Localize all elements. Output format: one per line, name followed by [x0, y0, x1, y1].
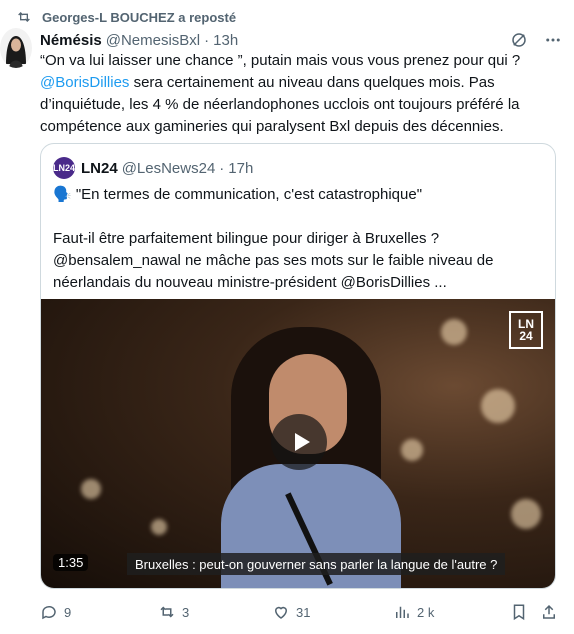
background-light: [401, 439, 423, 461]
like-count: 31: [296, 604, 311, 620]
channel-logo: LN 24: [509, 311, 543, 349]
author-name[interactable]: Némésis: [40, 32, 102, 49]
repost-button[interactable]: 3: [158, 603, 189, 621]
background-light: [511, 499, 541, 529]
mention-link[interactable]: @BorisDillies: [40, 74, 129, 91]
background-light: [151, 519, 167, 535]
bookmark-button[interactable]: [510, 603, 528, 621]
tweet-text-part1: “On va lui laisser une chance ”, putain …: [40, 52, 521, 69]
repost-indicator: Georges-L BOUCHEZ a reposté: [16, 8, 236, 26]
tweet-header: Némésis @NemesisBxl · 13h: [40, 30, 562, 50]
quoted-timestamp[interactable]: 17h: [228, 160, 253, 177]
more-icon[interactable]: [544, 31, 562, 49]
quoted-separator-dot: ·: [219, 159, 225, 177]
reply-count: 9: [64, 604, 72, 620]
background-light: [81, 479, 101, 499]
background-light: [441, 319, 467, 345]
quoted-line2: Faut-il être parfaitement bilingue pour …: [53, 230, 440, 247]
separator-dot: ·: [204, 31, 210, 49]
bookmark-icon: [513, 604, 525, 621]
quoted-text: 🗣️ "En termes de communication, c'est ca…: [53, 184, 543, 294]
timestamp[interactable]: 13h: [213, 32, 238, 49]
quoted-line1: 🗣️ "En termes de communication, c'est ca…: [53, 186, 423, 203]
play-button[interactable]: [271, 414, 327, 470]
repost-icon: [160, 606, 174, 618]
author-handle[interactable]: @NemesisBxl: [106, 32, 200, 49]
avatar-image: [0, 28, 32, 68]
quoted-author-handle[interactable]: @LesNews24: [122, 160, 216, 177]
avatar[interactable]: [0, 28, 32, 68]
share-icon: [543, 604, 555, 619]
repost-count: 3: [182, 604, 190, 620]
action-bar: 9 3 31 2 k: [40, 600, 560, 624]
repost-icon: [18, 12, 30, 22]
grok-icon[interactable]: [510, 31, 528, 49]
heart-icon: [274, 606, 288, 619]
background-light: [481, 389, 515, 423]
reply-icon: [42, 605, 56, 620]
video-ticker: Bruxelles : peut-on gouverner sans parle…: [127, 553, 506, 575]
quoted-header: LN24 LN24 @LesNews24 · 17h: [53, 156, 253, 180]
video-duration: 1:35: [53, 554, 89, 571]
tweet-text: “On va lui laisser une chance ”, putain …: [40, 50, 562, 138]
play-icon: [295, 433, 310, 451]
views-icon: [396, 606, 409, 618]
repost-text[interactable]: Georges-L BOUCHEZ a reposté: [42, 10, 236, 25]
quoted-avatar[interactable]: LN24: [53, 157, 75, 179]
views-button[interactable]: 2 k: [393, 603, 434, 621]
quoted-line3: @bensalem_nawal ne mâche pas ses mots su…: [53, 252, 494, 291]
like-button[interactable]: 31: [272, 603, 310, 621]
views-count: 2 k: [417, 604, 435, 620]
quoted-author-name[interactable]: LN24: [81, 160, 118, 177]
reply-button[interactable]: 9: [40, 603, 71, 621]
quoted-tweet[interactable]: LN24 LN24 @LesNews24 · 17h 🗣️ "En termes…: [40, 143, 556, 589]
video-player[interactable]: LN 24 1:35 Bruxelles : peut-on gouverner…: [41, 299, 555, 588]
share-button[interactable]: [540, 603, 558, 621]
